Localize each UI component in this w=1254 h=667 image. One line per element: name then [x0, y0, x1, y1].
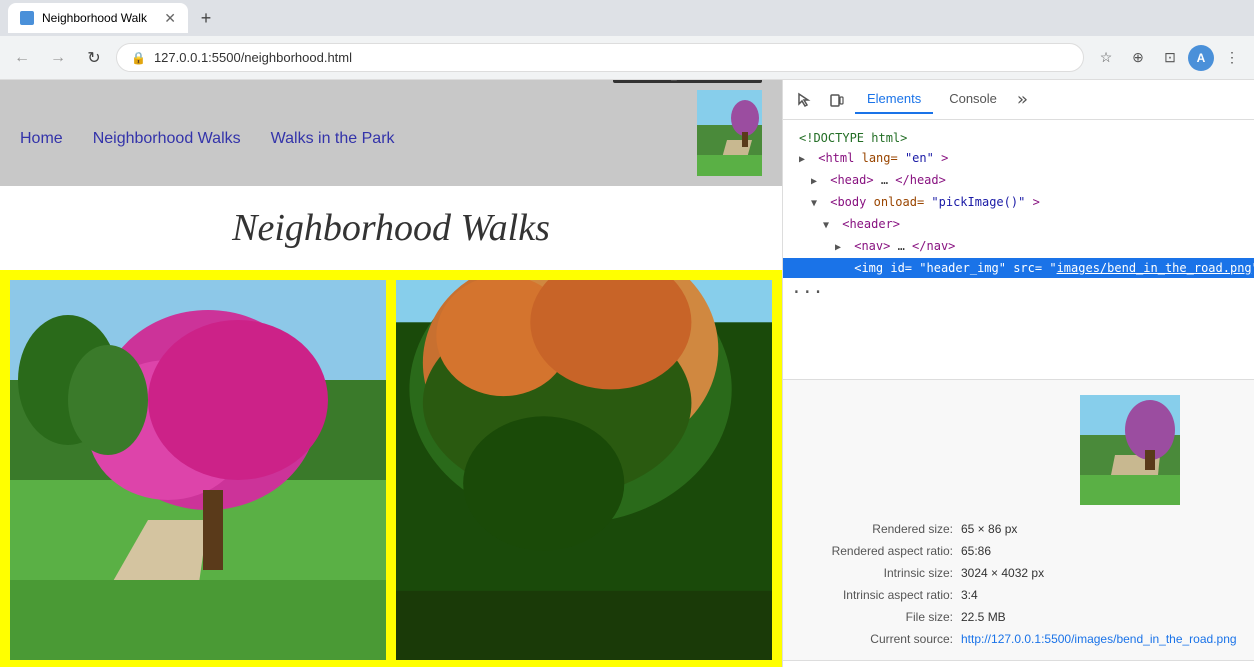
- bookmark-star-button[interactable]: ☆: [1092, 44, 1120, 72]
- photo-1-box: [10, 280, 386, 665]
- cursor-icon: [797, 92, 813, 108]
- refresh-button[interactable]: ↻: [80, 44, 108, 72]
- element-picker-button[interactable]: [791, 86, 819, 114]
- lock-icon: 🔒: [131, 51, 146, 65]
- intrinsic-size-value: 3024 × 4032 px: [961, 562, 1254, 584]
- html-head[interactable]: ▶ <head> … </head>: [783, 170, 1254, 192]
- device-icon: [829, 92, 845, 108]
- photo-2: [396, 280, 772, 660]
- html-img-selected[interactable]: <img id= "header_img" src= "images/bend_…: [783, 258, 1254, 278]
- page-images-section: [0, 270, 782, 667]
- profile-avatar[interactable]: A: [1188, 45, 1214, 71]
- tab-favicon: [20, 11, 34, 25]
- page-title: Neighborhood Walks: [20, 206, 762, 250]
- photo-2-box: [396, 280, 772, 665]
- html-tree-panel: <!DOCTYPE html> ▶ <html lang= "en" > ▶ <…: [783, 120, 1254, 380]
- html-nav[interactable]: ▶ <nav> … </nav>: [783, 236, 1254, 258]
- aspect-ratio-label: Rendered aspect ratio:: [793, 540, 953, 562]
- image-preview-box: [1070, 390, 1190, 510]
- html-body[interactable]: ▼ <body onload= "pickImage()" >: [783, 192, 1254, 214]
- current-source-row: Current source: http://127.0.0.1:5500/im…: [793, 628, 1254, 650]
- intrinsic-aspect-ratio-label: Intrinsic aspect ratio:: [793, 584, 953, 606]
- aspect-ratio-row: Rendered aspect ratio: 65:86: [793, 540, 1254, 562]
- tab-bar: Neighborhood Walk ✕ +: [0, 0, 1254, 36]
- devtools-toolbar: Elements Console » ⚙ ⋮ ✕: [783, 80, 1254, 120]
- address-input[interactable]: 🔒 127.0.0.1:5500/neighborhood.html: [116, 43, 1084, 72]
- device-toolbar-button[interactable]: [823, 86, 851, 114]
- devtools-body: <!DOCTYPE html> ▶ <html lang= "en" > ▶ <…: [783, 120, 1254, 667]
- active-tab[interactable]: Neighborhood Walk ✕: [8, 3, 188, 33]
- html-header[interactable]: ▼ <header>: [783, 214, 1254, 236]
- back-button[interactable]: ←: [8, 44, 36, 72]
- browser-window: Neighborhood Walk ✕ + ← → ↻ 🔒 127.0.0.1:…: [0, 0, 1254, 667]
- tab-title: Neighborhood Walk: [42, 11, 147, 25]
- header-img-container: img#header_img 64.79 × 86.39: [697, 90, 762, 176]
- current-source-value[interactable]: http://127.0.0.1:5500/images/bend_in_the…: [961, 628, 1254, 650]
- rendered-size-row: Rendered size: 65 × 86 px: [793, 518, 1254, 540]
- intrinsic-aspect-ratio-row: Intrinsic aspect ratio: 3:4: [793, 584, 1254, 606]
- page-nav: Home Neighborhood Walks Walks in the Par…: [20, 90, 395, 148]
- back-icon: ←: [14, 49, 30, 67]
- file-size-value: 22.5 MB: [961, 606, 1254, 628]
- intrinsic-aspect-ratio-value: 3:4: [961, 584, 1254, 606]
- header-image: [697, 90, 762, 176]
- address-bar: ← → ↻ 🔒 127.0.0.1:5500/neighborhood.html…: [0, 36, 1254, 80]
- current-source-label: Current source:: [793, 628, 953, 650]
- html-dots-menu[interactable]: ···: [783, 278, 1254, 307]
- nav-home[interactable]: Home: [20, 130, 63, 148]
- header-img-svg: [697, 90, 762, 176]
- page-header: Home Neighborhood Walks Walks in the Par…: [0, 80, 782, 186]
- content-area: Home Neighborhood Walks Walks in the Par…: [0, 80, 1254, 667]
- rendered-size-value: 65 × 86 px: [961, 518, 1254, 540]
- elements-tab[interactable]: Elements: [855, 85, 933, 114]
- intrinsic-size-label: Intrinsic size:: [793, 562, 953, 584]
- header-img-scene: [697, 90, 762, 176]
- rendered-size-label: Rendered size:: [793, 518, 953, 540]
- zoom-button[interactable]: ⊡: [1156, 44, 1184, 72]
- new-tab-button[interactable]: +: [192, 4, 220, 32]
- image-info-table: Rendered size: 65 × 86 px Rendered aspec…: [793, 518, 1254, 650]
- intrinsic-size-row: Intrinsic size: 3024 × 4032 px: [793, 562, 1254, 584]
- nav-walks-in-park[interactable]: Walks in the Park: [271, 130, 395, 148]
- console-tab[interactable]: Console: [937, 85, 1009, 114]
- image-preview-panel: Rendered size: 65 × 86 px Rendered aspec…: [783, 380, 1254, 661]
- photo-1: [10, 280, 386, 660]
- file-size-label: File size:: [793, 606, 953, 628]
- webpage: Home Neighborhood Walks Walks in the Par…: [0, 80, 782, 667]
- file-size-row: File size: 22.5 MB: [793, 606, 1254, 628]
- refresh-icon: ↻: [87, 48, 100, 68]
- nav-neighborhood-walks[interactable]: Neighborhood Walks: [93, 130, 241, 148]
- css-panel: header img { width: 10%; position: relat…: [783, 661, 1254, 667]
- tab-close-button[interactable]: ✕: [164, 10, 176, 27]
- html-html[interactable]: ▶ <html lang= "en" >: [783, 148, 1254, 170]
- image-preview-thumb: [1080, 395, 1180, 505]
- aspect-ratio-value: 65:86: [961, 540, 1254, 562]
- page-title-section: Neighborhood Walks: [0, 186, 782, 270]
- address-text: 127.0.0.1:5500/neighborhood.html: [154, 50, 352, 65]
- html-doctype: <!DOCTYPE html>: [783, 128, 1254, 148]
- toolbar-actions: ☆ ⊕ ⊡ A ⋮: [1092, 44, 1246, 72]
- extension-button[interactable]: ⊕: [1124, 44, 1152, 72]
- more-button[interactable]: ⋮: [1218, 44, 1246, 72]
- devtools-panel: Elements Console » ⚙ ⋮ ✕ <!DOCTYPE html>: [782, 80, 1254, 667]
- forward-icon: →: [50, 49, 66, 67]
- header-img-tooltip: img#header_img 64.79 × 86.39: [613, 80, 762, 83]
- forward-button[interactable]: →: [44, 44, 72, 72]
- more-tabs-button[interactable]: »: [1017, 89, 1028, 110]
